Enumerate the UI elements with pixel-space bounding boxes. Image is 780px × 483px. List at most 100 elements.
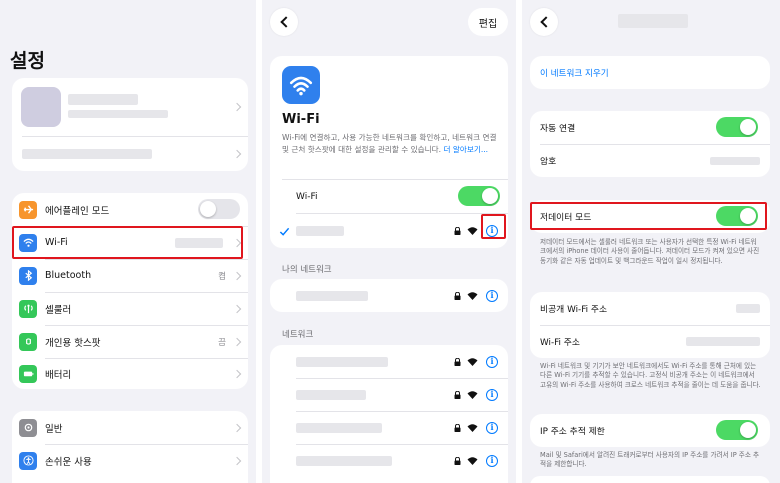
private-address-row[interactable]: 비공개 Wi-Fi 주소 <box>530 292 770 325</box>
network-name-blurred <box>296 226 344 236</box>
network-details-panel: 이 네트워크 지우기 자동 연결 암호 저데이터 모드 저데이터 모드에서는 셀… <box>522 0 780 483</box>
general-group: 일반 손쉬운 사용 <box>12 411 248 483</box>
wifi-signal-icon <box>467 391 478 399</box>
network-row[interactable]: i <box>270 378 508 411</box>
hotspot-value: 끔 <box>218 337 226 348</box>
info-icon[interactable]: i <box>486 290 498 302</box>
general-label: 일반 <box>45 423 63 435</box>
bluetooth-label: Bluetooth <box>45 270 92 281</box>
ip-tracking-toggle[interactable] <box>716 420 758 440</box>
wifi-signal-icon <box>467 424 478 432</box>
wifi-signal-icon <box>467 292 478 300</box>
gear-icon <box>19 418 37 437</box>
network-name-blurred <box>296 291 368 301</box>
auto-join-row: 자동 연결 <box>530 111 770 144</box>
avatar <box>21 87 61 127</box>
wifi-signal-icon <box>467 457 478 465</box>
wifi-large-icon <box>282 66 320 104</box>
auto-join-label: 자동 연결 <box>540 124 576 134</box>
hotspot-icon <box>19 332 37 351</box>
info-icon[interactable]: i <box>486 389 498 401</box>
airplane-mode-toggle[interactable] <box>198 199 240 219</box>
ip-tracking-row: IP 주소 추적 제한 <box>530 414 770 447</box>
private-address-label: 비공개 Wi-Fi 주소 <box>540 305 608 315</box>
accessibility-icon <box>19 451 37 470</box>
settings-title: 설정 <box>10 50 45 72</box>
cellular-row[interactable]: 셀룰러 <box>12 292 248 325</box>
chevron-right-icon <box>232 337 242 347</box>
password-label: 암호 <box>540 157 557 167</box>
lock-icon <box>454 391 461 399</box>
network-name-blurred <box>296 357 388 367</box>
edit-label: 편집 <box>478 18 498 30</box>
chevron-right-icon <box>232 102 242 112</box>
bluetooth-row[interactable]: Bluetooth 켬 <box>12 259 248 292</box>
edit-button[interactable]: 편집 <box>468 8 508 36</box>
low-data-footer: 저데이터 모드에서는 셀룰러 네트워크 또는 사용자가 선택한 특정 Wi-Fi… <box>540 238 760 265</box>
password-row[interactable]: 암호 <box>530 144 770 177</box>
battery-label: 배터리 <box>45 369 72 381</box>
airplane-mode-label: 에어플레인 모드 <box>45 205 110 217</box>
network-row[interactable]: i <box>270 345 508 378</box>
wifi-toggle-row: Wi-Fi <box>270 180 508 213</box>
join-group: 자동 연결 암호 <box>530 111 770 177</box>
network-name-blurred <box>296 423 382 433</box>
wifi-signal-icon <box>467 227 478 235</box>
wifi-address-row: Wi-Fi 주소 <box>530 325 770 358</box>
apple-account-row[interactable] <box>12 78 248 136</box>
learn-more-link[interactable]: 더 알아보기... <box>443 145 488 154</box>
hotspot-row[interactable]: 개인용 핫스팟 끔 <box>12 325 248 358</box>
my-networks-header: 나의 네트워크 <box>282 265 332 275</box>
info-icon[interactable]: i <box>486 356 498 368</box>
back-button[interactable] <box>270 8 298 36</box>
chevron-right-icon <box>232 304 242 314</box>
accessibility-label: 손쉬운 사용 <box>45 456 92 468</box>
lock-icon <box>454 358 461 366</box>
lock-icon <box>454 424 461 432</box>
wifi-row-highlight <box>12 226 243 259</box>
network-name-blurred <box>296 390 366 400</box>
account-subtitle-blurred <box>68 110 168 118</box>
info-icon[interactable]: i <box>486 455 498 467</box>
wifi-panel: 편집 Wi-Fi Wi-Fi에 연결하고, 사용 가능한 네트워크를 확인하고,… <box>262 0 516 483</box>
wifi-toggle-label: Wi-Fi <box>296 191 318 202</box>
network-title-blurred <box>618 14 688 28</box>
wifi-description: Wi-Fi에 연결하고, 사용 가능한 네트워크를 확인하고, 네트워크 연결 … <box>282 132 502 156</box>
wifi-address-label: Wi-Fi 주소 <box>540 338 580 348</box>
battery-row[interactable]: 배터리 <box>12 358 248 389</box>
account-suggestion-row[interactable] <box>12 137 248 171</box>
wifi-signal-icon <box>467 358 478 366</box>
my-network-row[interactable]: i <box>270 279 508 312</box>
networks-header: 네트워크 <box>282 330 314 340</box>
network-row[interactable]: i <box>270 444 508 477</box>
general-row[interactable]: 일반 <box>12 411 248 444</box>
cellular-icon <box>19 299 37 318</box>
next-group <box>530 476 770 483</box>
address-group: 비공개 Wi-Fi 주소 Wi-Fi 주소 <box>530 292 770 358</box>
network-row[interactable]: i <box>270 411 508 444</box>
chevron-left-icon <box>539 16 552 28</box>
wifi-toggle[interactable] <box>458 186 500 206</box>
forget-network-label: 이 네트워크 지우기 <box>540 68 609 79</box>
my-networks-group: i <box>270 279 508 312</box>
bluetooth-icon <box>19 266 37 285</box>
wifi-main-group: Wi-Fi Wi-Fi에 연결하고, 사용 가능한 네트워크를 확인하고, 네트… <box>270 56 508 248</box>
airplane-mode-row[interactable]: 에어플레인 모드 <box>12 193 248 226</box>
cellular-label: 셀룰러 <box>45 304 72 316</box>
accessibility-row[interactable]: 손쉬운 사용 <box>12 444 248 477</box>
info-button-highlight <box>481 214 506 239</box>
connected-network-row[interactable]: i <box>270 214 508 247</box>
forget-network-row[interactable]: 이 네트워크 지우기 <box>530 56 770 89</box>
chevron-right-icon <box>232 271 242 281</box>
wifi-address-value-blurred <box>686 337 760 346</box>
account-group <box>12 78 248 171</box>
info-icon[interactable]: i <box>486 422 498 434</box>
hotspot-label: 개인용 핫스팟 <box>45 337 101 349</box>
back-button[interactable] <box>530 8 558 36</box>
chevron-right-icon <box>232 149 242 159</box>
password-value-blurred <box>710 157 760 165</box>
address-footer: Wi-Fi 네트워크 및 기기가 보안 네트워크에서도 Wi-Fi 주소를 통해… <box>540 362 761 389</box>
forget-group: 이 네트워크 지우기 <box>530 56 770 89</box>
auto-join-toggle[interactable] <box>716 117 758 137</box>
ip-tracking-label: IP 주소 추적 제한 <box>540 427 605 437</box>
